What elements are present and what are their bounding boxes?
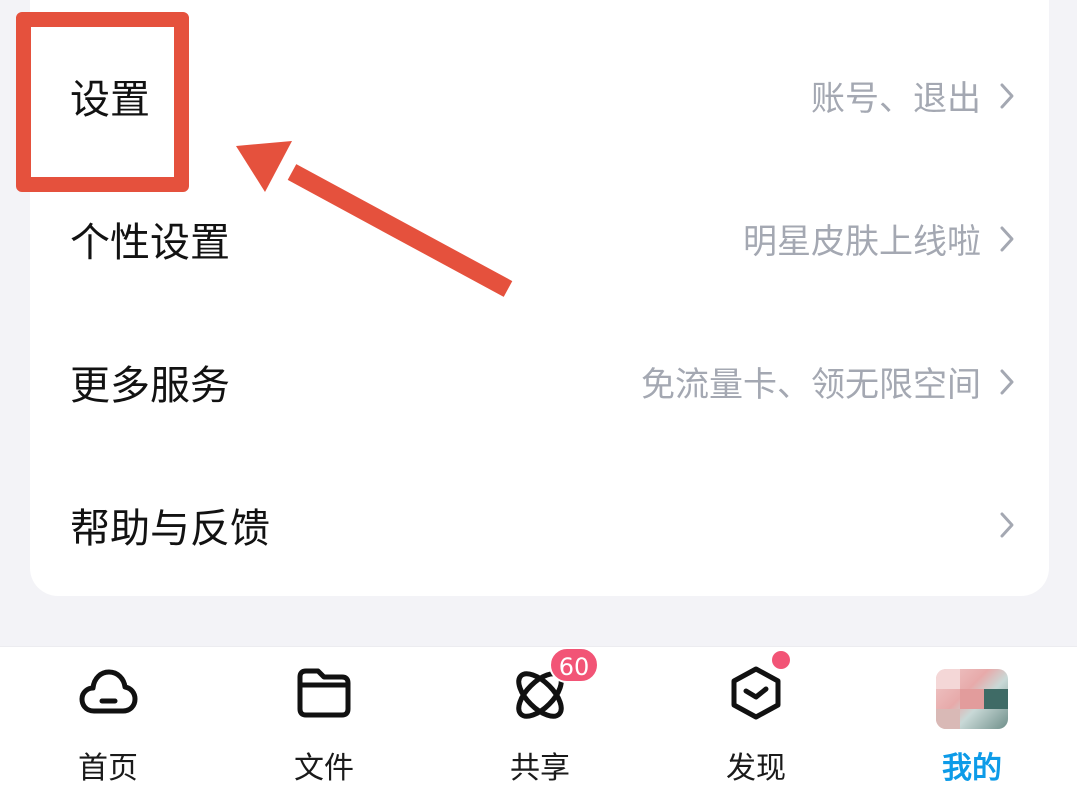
menu-item-subtitle: 账号、退出	[811, 79, 981, 119]
bottom-tab-bar: 首页 文件 60 共享 发现 我的	[0, 646, 1077, 808]
tab-files[interactable]: 文件	[254, 647, 394, 808]
menu-item-right: 账号、退出	[811, 71, 1015, 120]
chevron-right-icon	[999, 368, 1015, 396]
menu-item-title: 设置	[70, 76, 150, 123]
tab-share[interactable]: 60 共享	[470, 647, 610, 808]
hexagon-clock-icon	[726, 663, 786, 723]
tab-mine[interactable]: 我的	[902, 647, 1042, 808]
tab-home[interactable]: 首页	[38, 647, 178, 808]
menu-item-help-feedback[interactable]: 帮助与反馈	[30, 453, 1049, 596]
menu-item-settings[interactable]: 设置 账号、退出	[30, 24, 1049, 167]
menu-item-right: 明星皮肤上线啦	[743, 214, 1015, 263]
chevron-right-icon	[999, 82, 1015, 110]
tab-label: 发现	[726, 751, 786, 786]
menu-item-right: 免流量卡、领无限空间	[641, 357, 1015, 406]
tab-label: 文件	[294, 751, 354, 786]
new-content-dot	[772, 651, 790, 669]
avatar	[936, 669, 1008, 729]
share-count-badge: 60	[549, 647, 599, 683]
menu-item-title: 个性设置	[70, 219, 230, 266]
tab-label: 共享	[510, 751, 570, 786]
menu-item-title: 帮助与反馈	[70, 505, 270, 552]
menu-item-title: 更多服务	[70, 362, 230, 409]
menu-item-subtitle: 免流量卡、领无限空间	[641, 365, 981, 405]
chevron-right-icon	[999, 511, 1015, 539]
menu-item-right	[981, 511, 1015, 539]
cloud-icon	[78, 663, 138, 723]
tab-discover[interactable]: 发现	[686, 647, 826, 808]
folder-icon	[294, 663, 354, 723]
menu-item-subtitle: 明星皮肤上线啦	[743, 222, 981, 262]
menu-item-personalization[interactable]: 个性设置 明星皮肤上线啦	[30, 167, 1049, 310]
tab-label: 我的	[942, 751, 1002, 786]
menu-item-more-services[interactable]: 更多服务 免流量卡、领无限空间	[30, 310, 1049, 453]
tab-label: 首页	[78, 751, 138, 786]
chevron-right-icon	[999, 225, 1015, 253]
